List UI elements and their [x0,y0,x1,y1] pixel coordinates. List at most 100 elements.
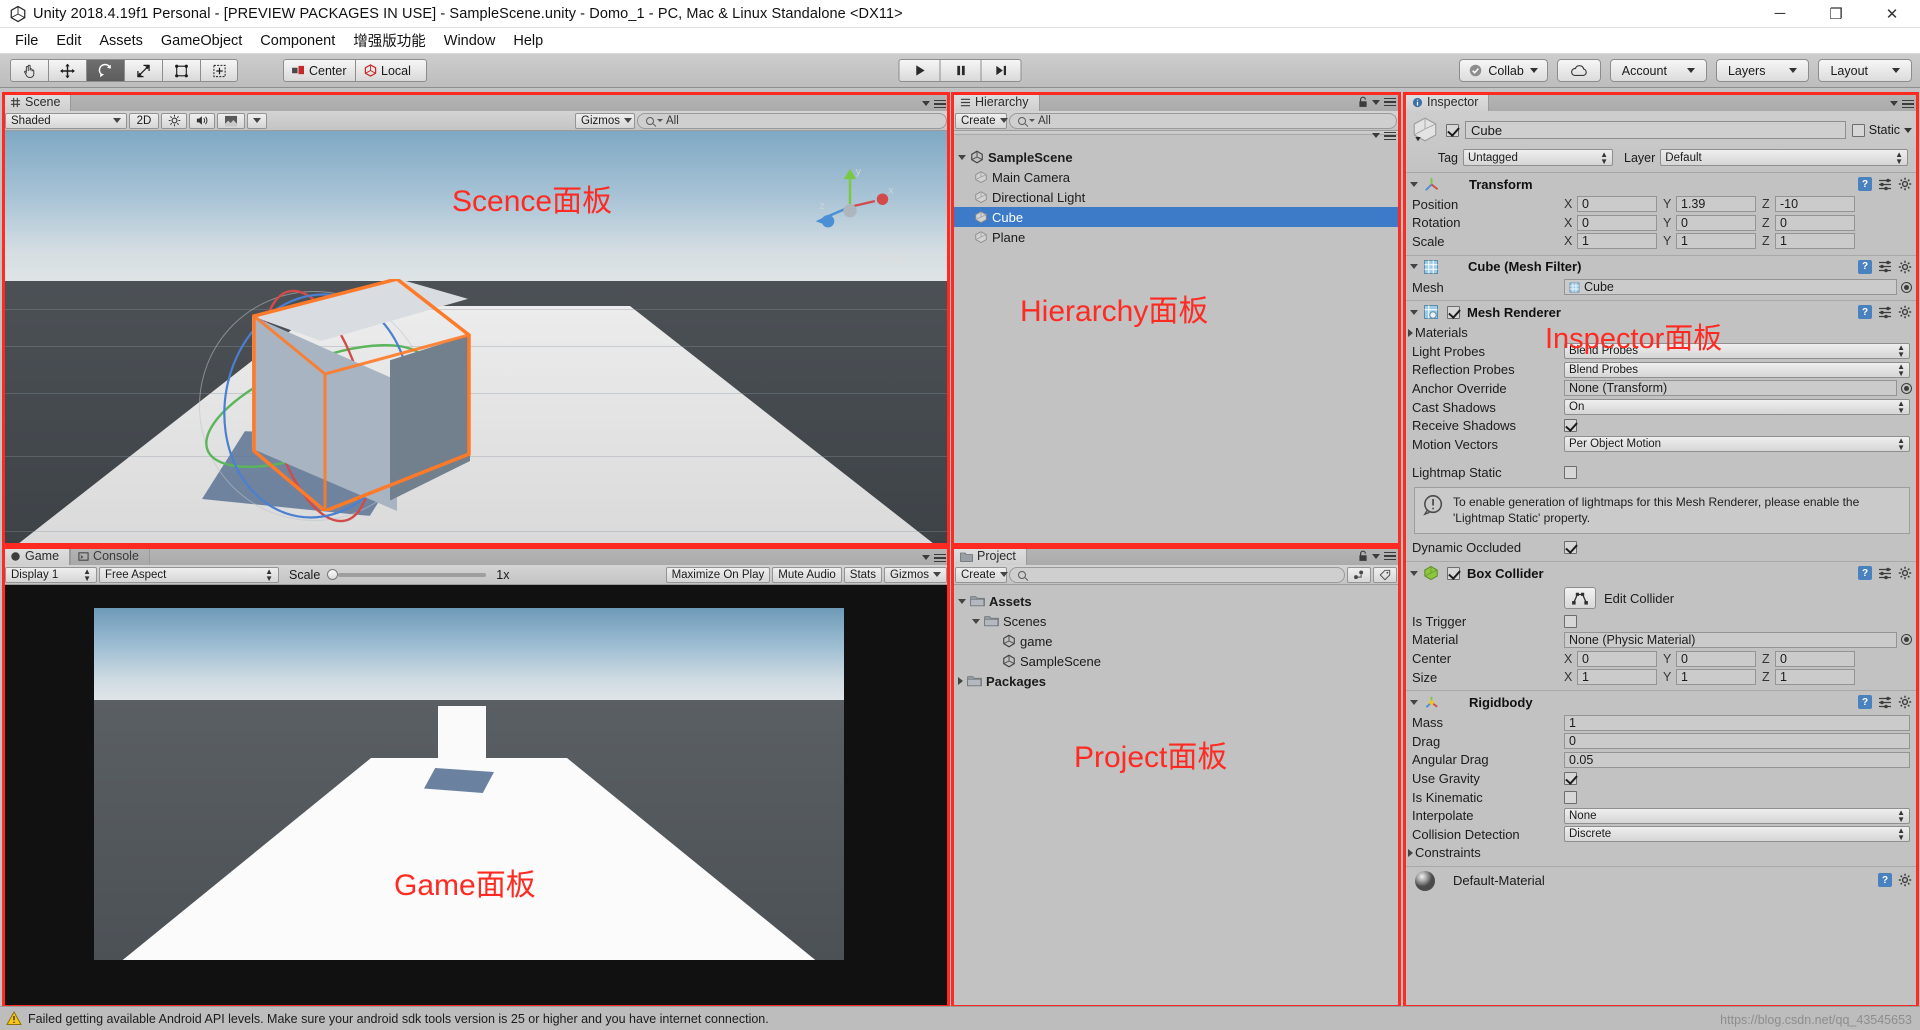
expand-arrow-icon[interactable] [1410,309,1418,315]
scene-viewport[interactable]: z x y ≺ Persp Scence面板 [2,131,950,546]
collision-detection-dropdown[interactable]: Discrete ▲ ▼ [1564,826,1910,843]
expand-arrow-icon[interactable] [1408,848,1413,857]
box-collider-header[interactable]: Box Collider ? [1404,562,1918,584]
gear-icon[interactable] [1898,695,1912,709]
mesh-object-field[interactable]: Cube [1564,279,1897,296]
transform-header[interactable]: Transform ? [1404,173,1918,195]
light-probes-dropdown[interactable]: Blend Probes ▲ ▼ [1564,343,1910,360]
tab-console[interactable]: Console [70,546,150,565]
static-toggle[interactable]: Static [1851,123,1912,137]
box-collider-enabled-checkbox[interactable] [1447,566,1460,580]
expand-arrow-icon[interactable] [958,154,966,160]
preset-icon[interactable] [1878,306,1892,319]
scene-gizmos-dropdown[interactable]: Gizmos [575,112,635,129]
layer-dropdown[interactable]: Default ▲ ▼ [1660,149,1908,166]
help-icon[interactable]: ? [1858,177,1872,191]
collider-center-y-field[interactable]: 0 [1676,650,1756,667]
inspector-tab-menu[interactable] [1890,99,1914,108]
project-row-samplescene[interactable]: SampleScene [952,651,1400,671]
expand-arrow-icon[interactable] [1410,181,1418,187]
is-kinematic-checkbox[interactable] [1564,790,1577,804]
mass-field[interactable]: 1 [1564,714,1910,731]
hierarchy-tree[interactable]: SampleScene Main Camera Directional Ligh… [952,131,1400,546]
menu-gameobject[interactable]: GameObject [152,31,251,51]
game-aspect-dropdown[interactable]: Free Aspect ▲ ▼ [99,566,279,583]
position-z-field[interactable]: -10 [1775,196,1855,213]
edit-collider-button[interactable] [1564,587,1596,610]
scene-fx-dropdown[interactable] [247,112,267,129]
mesh-renderer-enabled-checkbox[interactable] [1447,305,1460,319]
object-picker-icon[interactable] [1901,634,1912,646]
project-search-input[interactable] [1009,566,1345,583]
preset-icon[interactable] [1878,696,1892,709]
minimize-button[interactable]: ─ [1752,0,1808,28]
layers-button[interactable]: Layers [1715,59,1810,82]
rect-tool-button[interactable] [162,59,200,82]
pause-button[interactable] [939,59,981,82]
receive-shadows-checkbox[interactable] [1564,419,1577,433]
motion-vectors-dropdown[interactable]: Per Object Motion ▲ ▼ [1564,436,1910,453]
position-x-field[interactable]: 0 [1577,196,1657,213]
rotate-tool-button[interactable] [86,59,124,82]
game-maximize-button[interactable]: Maximize On Play [665,566,771,583]
project-tree[interactable]: Assets Scenes game SampleScene Packages … [952,585,1400,1006]
position-y-field[interactable]: 1.39 [1676,196,1756,213]
play-button[interactable] [898,59,940,82]
scene-view-axis-gizmo[interactable]: z x y [802,161,898,247]
game-mute-button[interactable]: Mute Audio [772,566,842,583]
help-icon[interactable]: ? [1858,305,1872,320]
gear-icon[interactable] [1898,566,1912,580]
help-icon[interactable]: ? [1858,566,1872,581]
cloud-button[interactable] [1556,59,1601,82]
drag-field[interactable]: 0 [1564,733,1910,750]
preset-icon[interactable] [1878,567,1892,580]
game-scale-slider[interactable] [327,569,487,580]
scale-y-field[interactable]: 1 [1676,233,1756,250]
scene-fx-button[interactable] [217,112,245,129]
tab-inspector[interactable]: Inspector [1404,92,1490,111]
inspector-body[interactable]: Cube Static Tag Untagged ▲ ▼ Layer Defau… [1404,111,1918,1006]
scene-projection-label[interactable]: ≺ Persp [861,251,906,265]
object-picker-icon[interactable] [1901,281,1912,293]
gear-icon[interactable] [1898,305,1912,319]
gear-icon[interactable] [1898,873,1912,887]
hierarchy-row-directional-light[interactable]: Directional Light [952,187,1400,207]
menu-help[interactable]: Help [504,31,552,51]
lock-icon[interactable] [1358,96,1368,108]
mesh-renderer-header[interactable]: Mesh Renderer ? [1404,301,1918,323]
collab-button[interactable]: Collab [1459,59,1548,82]
object-picker-icon[interactable] [1901,382,1912,394]
expand-arrow-icon[interactable] [1408,328,1413,337]
menu-assets[interactable]: Assets [90,31,152,51]
move-tool-button[interactable] [48,59,86,82]
scale-z-field[interactable]: 1 [1775,233,1855,250]
menu-window[interactable]: Window [435,31,505,51]
physic-material-field[interactable]: None (Physic Material) [1564,631,1897,648]
project-row-scenes[interactable]: Scenes [952,611,1400,631]
hierarchy-create-button[interactable]: Create [955,112,1008,129]
preset-icon[interactable] [1878,178,1892,191]
expand-arrow-icon[interactable] [1410,570,1418,576]
game-stats-button[interactable]: Stats [843,566,883,583]
expand-arrow-icon[interactable] [1410,699,1418,705]
step-button[interactable] [980,59,1022,82]
scene-audio-button[interactable] [189,112,215,129]
materials-foldout-row[interactable]: Materials [1404,323,1918,342]
collider-size-x-field[interactable]: 1 [1577,669,1657,686]
use-gravity-checkbox[interactable] [1564,772,1577,786]
hand-tool-button[interactable] [10,59,48,82]
close-button[interactable]: ✕ [1864,0,1920,28]
mesh-filter-header[interactable]: Cube (Mesh Filter) ? [1404,256,1918,278]
scene-search-input[interactable]: All [637,112,947,129]
hierarchy-row-main-camera[interactable]: Main Camera [952,167,1400,187]
game-tab-menu[interactable] [922,553,946,562]
project-create-button[interactable]: Create [955,566,1008,583]
tab-project[interactable]: Project [952,546,1027,565]
project-filter-type-button[interactable] [1347,566,1371,583]
expand-arrow-icon[interactable] [972,618,980,624]
hierarchy-tab-menu[interactable] [1358,96,1396,108]
project-tab-menu[interactable] [1358,550,1396,562]
toggle-2d-button[interactable]: 2D [129,112,159,129]
menu-edit[interactable]: Edit [47,31,90,51]
lightmap-static-checkbox[interactable] [1564,466,1577,480]
